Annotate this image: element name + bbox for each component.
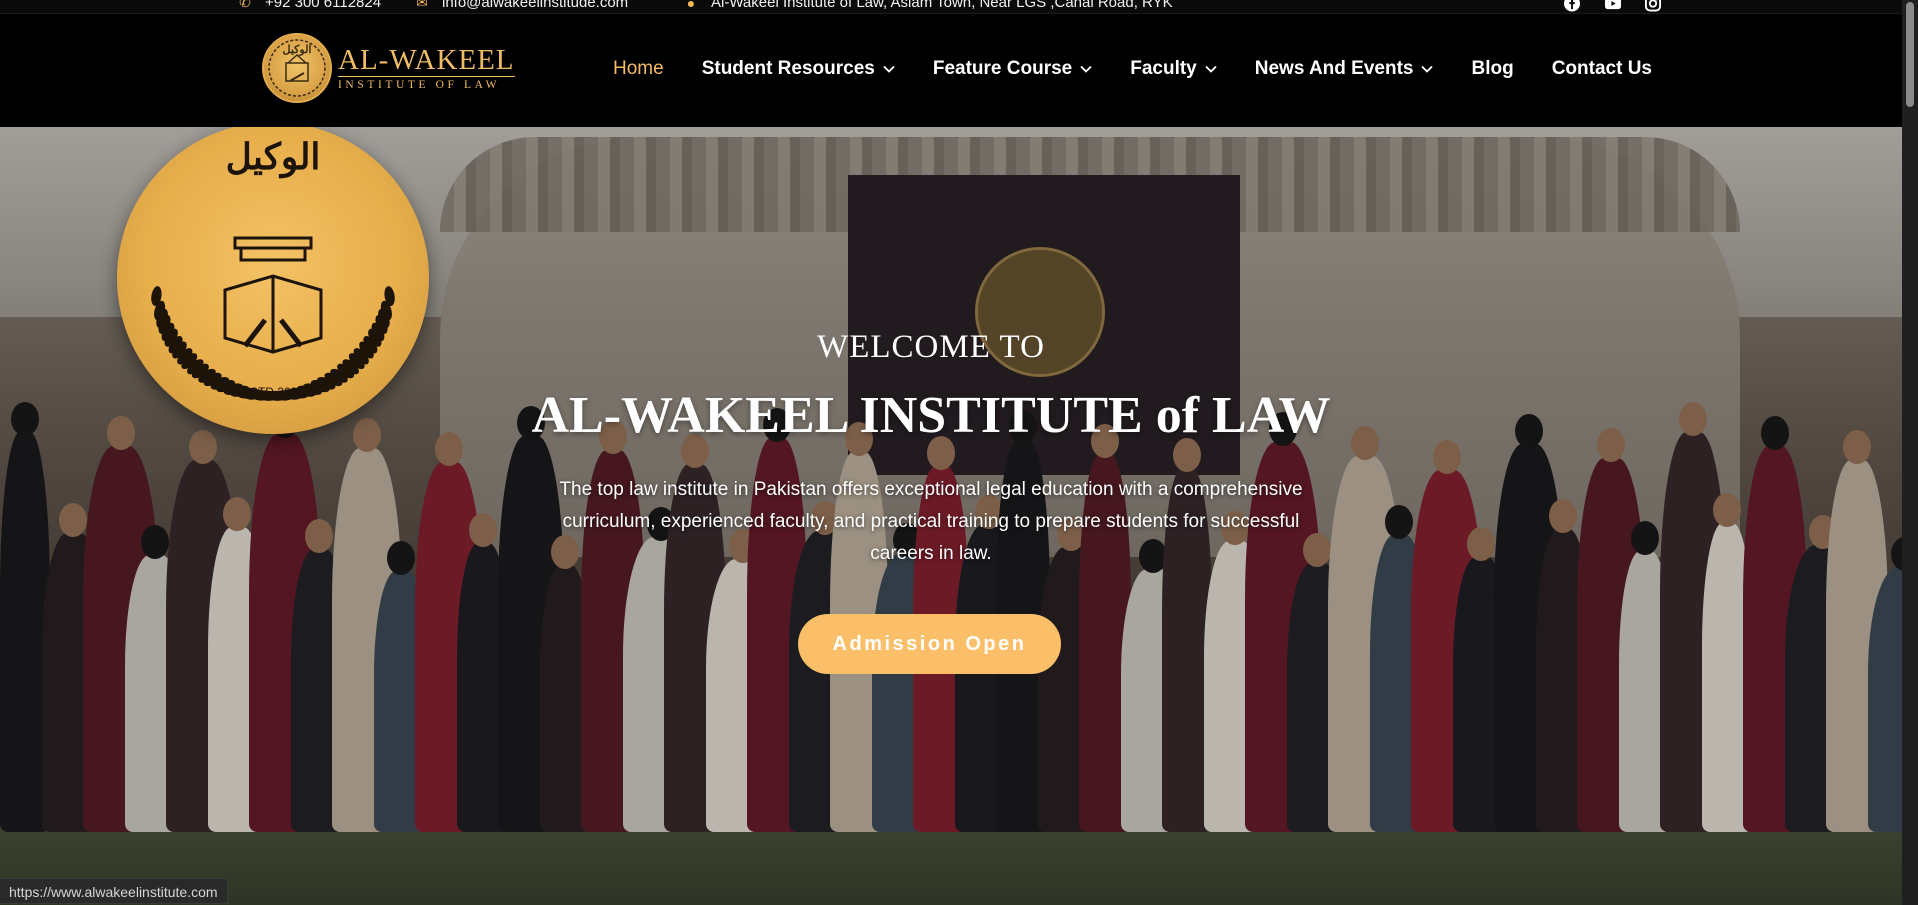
nav-contact-us[interactable]: Contact Us <box>1552 58 1652 80</box>
hero-section: الوکیل ESTD 2024 WELCOME TO AL-WAKEEL IN… <box>0 127 1902 905</box>
email-contact[interactable]: ✉ info@alwakeelinstitude.com <box>414 0 628 11</box>
nav-faculty[interactable]: Faculty <box>1130 58 1217 80</box>
nav-news-and-events-label: News And Events <box>1254 58 1414 79</box>
instagram-icon[interactable] <box>1644 0 1662 12</box>
chevron-down-icon <box>883 65 895 73</box>
logo-name: AL-WAKEEL <box>338 44 515 76</box>
hero-welcome: WELCOME TO <box>817 329 1045 365</box>
page-scrollbar[interactable] <box>1902 0 1918 905</box>
facebook-icon[interactable] <box>1563 0 1581 12</box>
nav-feature-course[interactable]: Feature Course <box>933 58 1092 80</box>
chevron-down-icon <box>1205 65 1217 73</box>
address-text: Al-Wakeel Institute of Law, Aslam Town, … <box>711 0 1173 11</box>
main-navigation: Home Student Resources Feature Course Fa… <box>613 58 1690 80</box>
top-contact-bar: ✆ +92 300 6112824 ✉ info@alwakeelinstitu… <box>0 0 1902 14</box>
hero-description: The top law institute in Pakistan offers… <box>559 479 1303 564</box>
nav-blog[interactable]: Blog <box>1471 58 1513 80</box>
nav-news-and-events[interactable]: News And Events <box>1255 58 1434 80</box>
youtube-icon[interactable] <box>1604 0 1622 12</box>
phone-contact[interactable]: ✆ +92 300 6112824 <box>237 0 381 11</box>
nav-contact-us-label: Contact Us <box>1551 58 1652 79</box>
chevron-down-icon <box>1421 65 1434 73</box>
nav-student-resources[interactable]: Student Resources <box>702 58 895 80</box>
logo-emblem-icon: الوکیل <box>262 33 332 103</box>
nav-faculty-label: Faculty <box>1130 58 1197 79</box>
hero-content: WELCOME TO AL-WAKEEL INSTITUTE of LAW Th… <box>0 127 1902 905</box>
hero-title: AL-WAKEEL INSTITUTE of LAW <box>531 387 1331 444</box>
site-header: الوکیل AL-WAKEEL INSTITUTE OF LAW Home S… <box>0 14 1902 127</box>
logo-emblem-text: الوکیل <box>282 44 312 56</box>
map-pin-icon: ● <box>686 0 696 11</box>
scrollbar-thumb[interactable] <box>1906 2 1914 107</box>
nav-blog-label: Blog <box>1471 58 1514 79</box>
nav-home-label: Home <box>613 58 664 79</box>
site-logo[interactable]: الوکیل AL-WAKEEL INSTITUTE OF LAW <box>262 33 515 103</box>
nav-feature-course-label: Feature Course <box>932 58 1073 79</box>
nav-student-resources-label: Student Resources <box>701 58 875 79</box>
address-contact: ● Al-Wakeel Institute of Law, Aslam Town… <box>683 0 1173 11</box>
logo-tagline: INSTITUTE OF LAW <box>338 76 515 91</box>
admission-open-button[interactable]: Admission Open <box>798 614 1061 674</box>
nav-home[interactable]: Home <box>613 58 664 80</box>
link-status-url: https://www.alwakeelinstitute.com <box>0 878 228 904</box>
phone-icon: ✆ <box>239 0 251 10</box>
envelope-icon: ✉ <box>416 0 428 10</box>
email-address: info@alwakeelinstitude.com <box>442 0 629 11</box>
phone-number: +92 300 6112824 <box>265 0 382 11</box>
chevron-down-icon <box>1080 65 1092 73</box>
